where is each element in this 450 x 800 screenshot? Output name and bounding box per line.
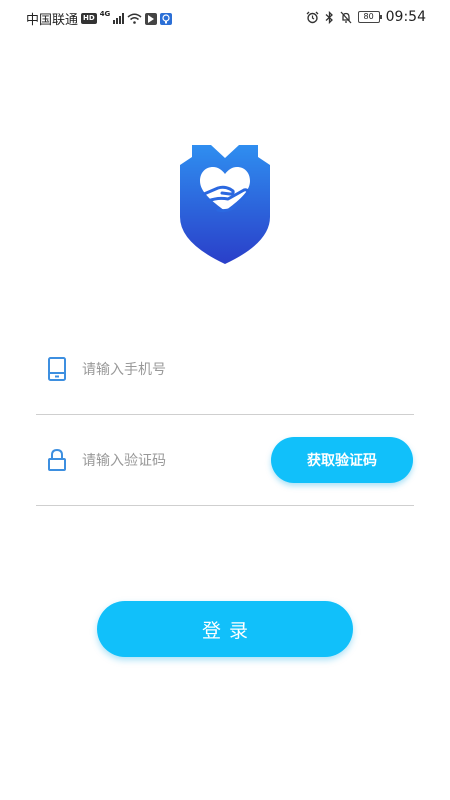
bluetooth-icon <box>325 10 333 24</box>
phone-input[interactable] <box>80 356 284 384</box>
verification-code-input[interactable] <box>80 447 284 475</box>
battery-icon: 80 <box>357 11 382 23</box>
login-button[interactable]: 登录 <box>97 601 353 657</box>
status-bar-right: 80 09:54 <box>306 9 426 25</box>
shield-heart-hand-icon <box>180 145 270 264</box>
alarm-icon <box>306 11 319 23</box>
signal-icon <box>113 13 125 24</box>
code-field-row: 获取验证码 <box>36 415 414 506</box>
hd-badge: HD <box>81 13 97 24</box>
lock-icon <box>48 448 66 471</box>
app-badge-icon <box>160 12 173 25</box>
mobile-phone-icon <box>48 357 66 381</box>
status-bar: 中国联通 HD 4G 80 09:54 <box>0 0 450 34</box>
carrier-name: 中国联通 <box>26 13 79 28</box>
mute-icon <box>340 11 352 23</box>
wifi-icon <box>127 13 142 24</box>
network-type: 4G <box>99 9 111 18</box>
clock-time: 09:54 <box>385 9 426 25</box>
phone-field-row <box>36 324 414 415</box>
get-code-button[interactable]: 获取验证码 <box>271 437 413 483</box>
app-notification-icon <box>145 12 158 25</box>
status-bar-left: 中国联通 HD 4G <box>26 9 173 28</box>
